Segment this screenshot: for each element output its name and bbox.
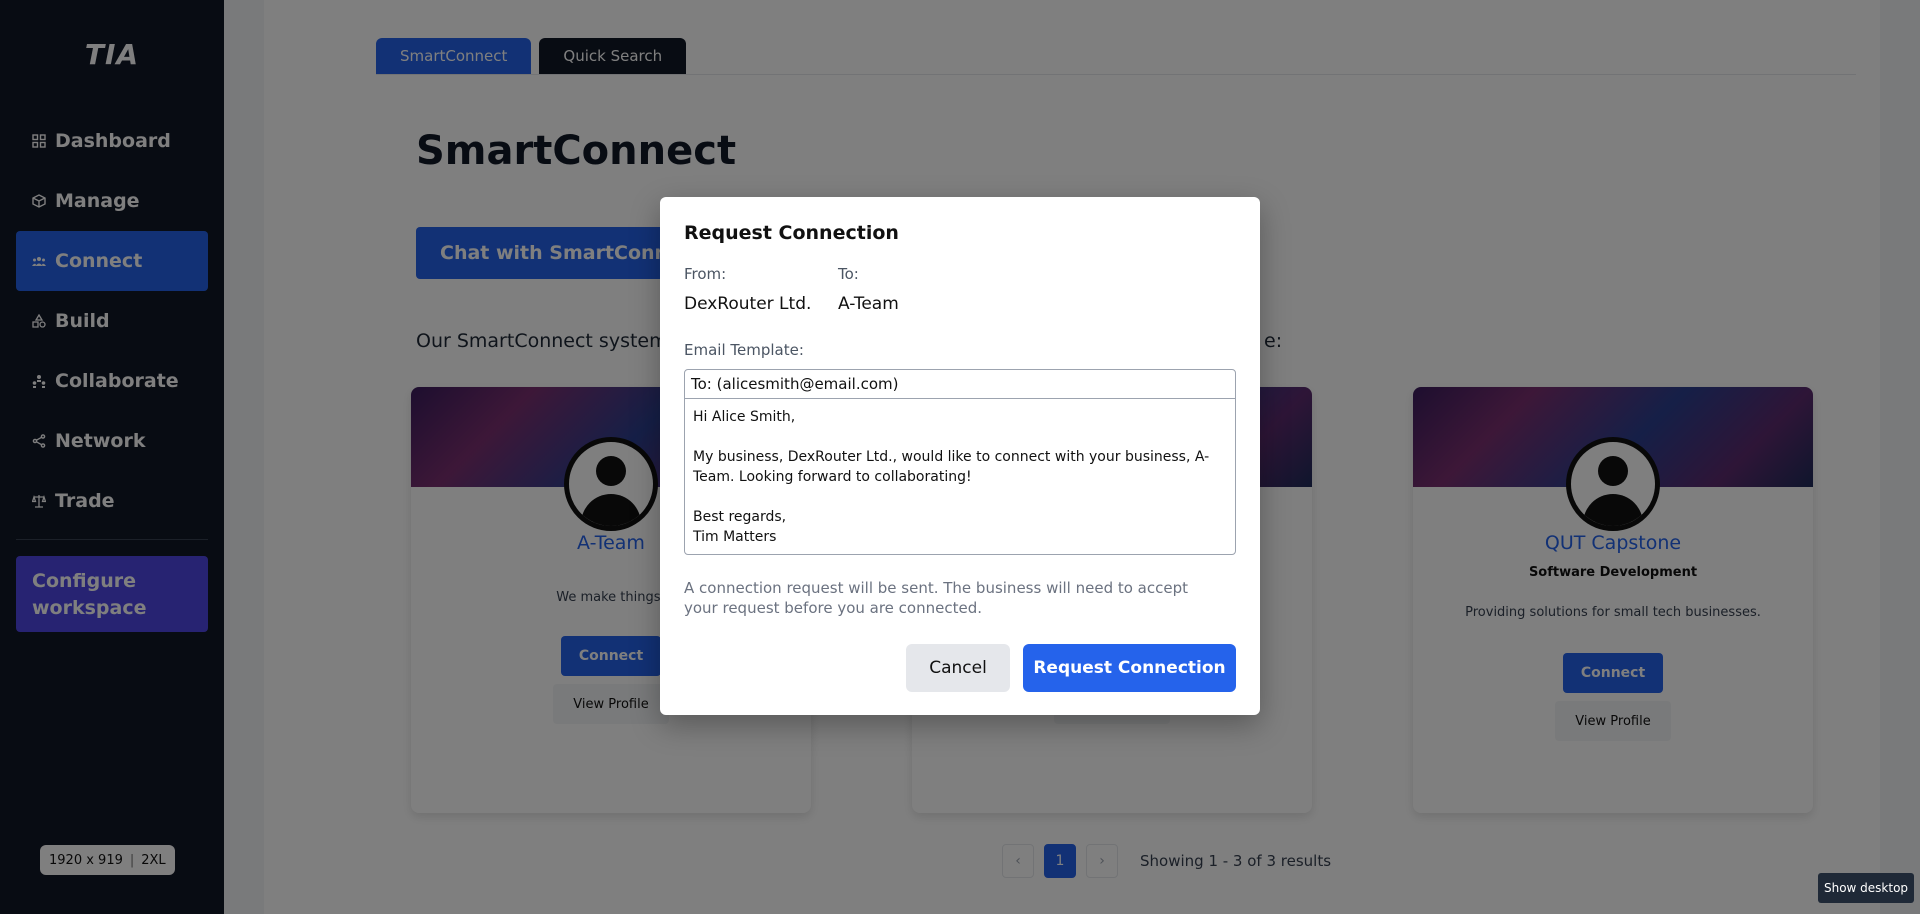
to-label: To: — [838, 265, 859, 283]
email-template-label: Email Template: — [684, 341, 804, 359]
from-value: DexRouter Ltd. — [684, 294, 812, 314]
connection-note: A connection request will be sent. The b… — [684, 579, 1189, 617]
request-connection-modal: Request Connection From: DexRouter Ltd. … — [660, 197, 1260, 715]
cancel-button[interactable]: Cancel — [906, 644, 1010, 692]
show-desktop-button[interactable]: Show desktop — [1818, 873, 1914, 903]
email-to-field[interactable]: To: (alicesmith@email.com) — [684, 369, 1236, 399]
to-value: A-Team — [838, 294, 899, 314]
modal-title: Request Connection — [684, 222, 899, 244]
from-label: From: — [684, 265, 727, 283]
request-connection-button[interactable]: Request Connection — [1023, 644, 1236, 692]
email-body-textarea[interactable]: Hi Alice Smith, My business, DexRouter L… — [684, 398, 1236, 555]
